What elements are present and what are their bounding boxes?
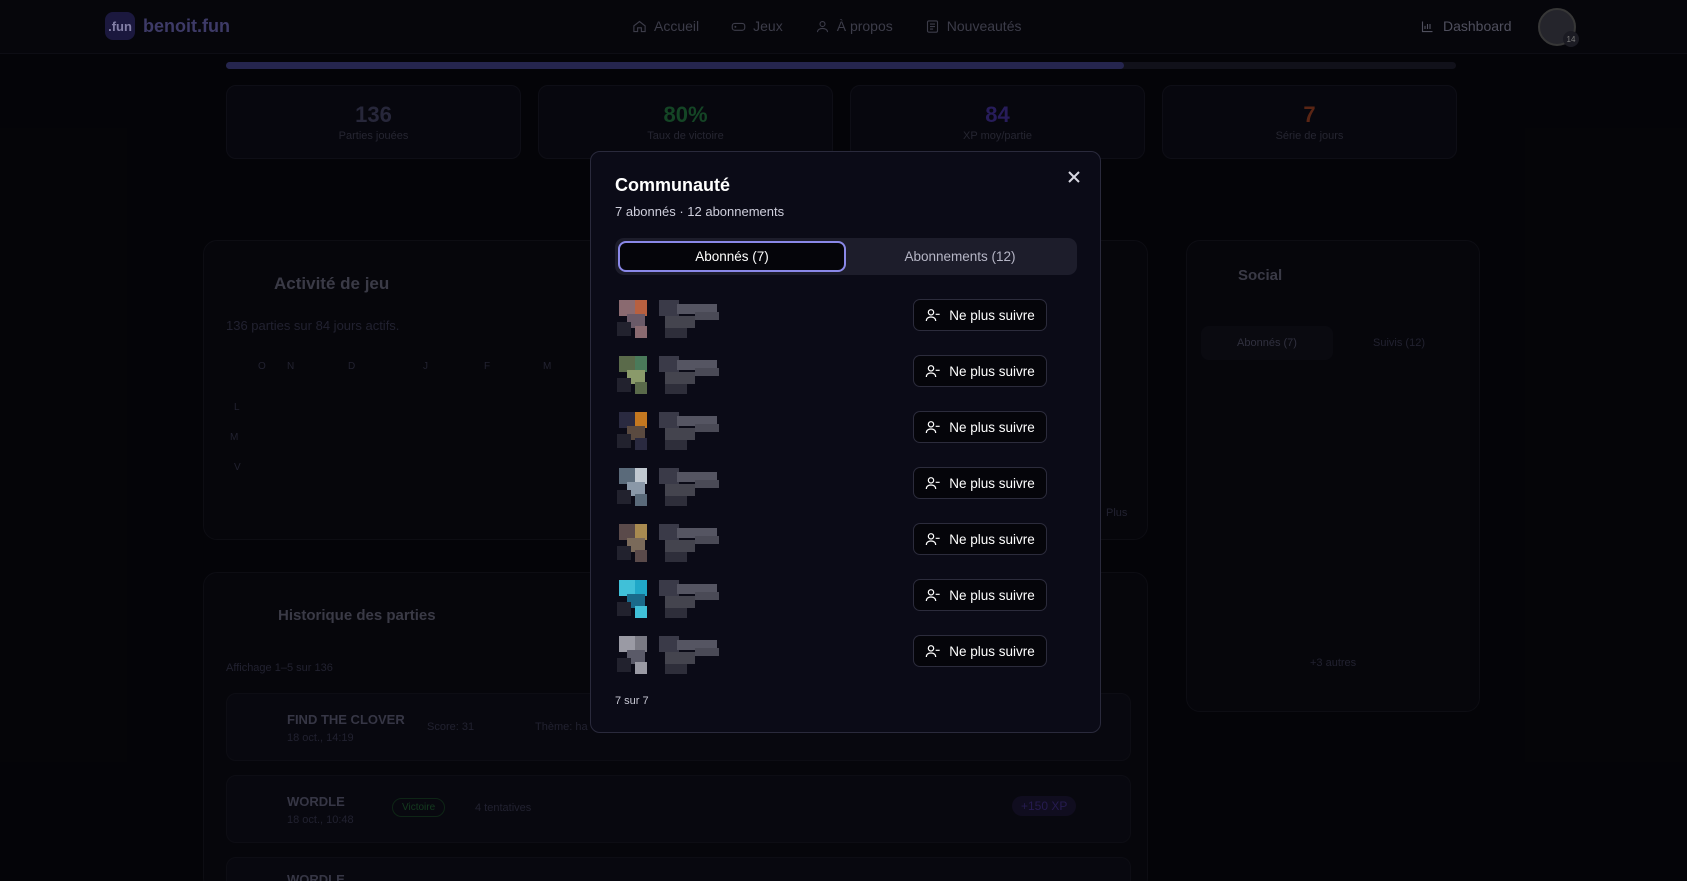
unfollow-label: Ne plus suivre bbox=[949, 531, 1035, 547]
close-icon bbox=[1068, 171, 1080, 183]
modal-title: Communauté bbox=[615, 175, 731, 195]
follower-avatar-and-name-blurred[interactable] bbox=[609, 294, 769, 342]
user-minus-icon bbox=[925, 309, 940, 322]
unfollow-label: Ne plus suivre bbox=[949, 475, 1035, 491]
unfollow-button[interactable]: Ne plus suivre bbox=[913, 355, 1047, 387]
follower-row: Ne plus suivre bbox=[609, 348, 1079, 404]
community-modal: Communauté 7 abonnés · 12 abonnements Ab… bbox=[590, 151, 1101, 733]
follower-avatar-and-name-blurred[interactable] bbox=[609, 574, 769, 622]
unfollow-label: Ne plus suivre bbox=[949, 643, 1035, 659]
unfollow-button[interactable]: Ne plus suivre bbox=[913, 411, 1047, 443]
unfollow-label: Ne plus suivre bbox=[949, 307, 1035, 323]
user-minus-icon bbox=[925, 533, 940, 546]
follower-row: Ne plus suivre bbox=[609, 404, 1079, 460]
user-minus-icon bbox=[925, 645, 940, 658]
follower-avatar-and-name-blurred[interactable] bbox=[609, 406, 769, 454]
follower-row: Ne plus suivre bbox=[609, 516, 1079, 572]
follower-row: Ne plus suivre bbox=[609, 628, 1079, 684]
close-button[interactable] bbox=[1062, 165, 1086, 189]
unfollow-button[interactable]: Ne plus suivre bbox=[913, 467, 1047, 499]
unfollow-button[interactable]: Ne plus suivre bbox=[913, 579, 1047, 611]
user-minus-icon bbox=[925, 365, 940, 378]
unfollow-label: Ne plus suivre bbox=[949, 587, 1035, 603]
unfollow-button[interactable]: Ne plus suivre bbox=[913, 523, 1047, 555]
follower-row: Ne plus suivre bbox=[609, 572, 1079, 628]
follower-row: Ne plus suivre bbox=[609, 460, 1079, 516]
modal-subtitle: 7 abonnés · 12 abonnements bbox=[615, 204, 785, 219]
tab-following[interactable]: Abonnements (12) bbox=[846, 241, 1074, 272]
user-minus-icon bbox=[925, 589, 940, 602]
follower-list: Ne plus suivre Ne plus suivre Ne plus suiv… bbox=[609, 292, 1079, 684]
follower-avatar-and-name-blurred[interactable] bbox=[609, 350, 769, 398]
unfollow-label: Ne plus suivre bbox=[949, 419, 1035, 435]
follower-row: Ne plus suivre bbox=[609, 292, 1079, 348]
follower-avatar-and-name-blurred[interactable] bbox=[609, 630, 769, 678]
unfollow-button[interactable]: Ne plus suivre bbox=[913, 299, 1047, 331]
unfollow-label: Ne plus suivre bbox=[949, 363, 1035, 379]
list-count: 7 sur 7 bbox=[615, 695, 649, 707]
follower-avatar-and-name-blurred[interactable] bbox=[609, 518, 769, 566]
follower-avatar-and-name-blurred[interactable] bbox=[609, 462, 769, 510]
user-minus-icon bbox=[925, 421, 940, 434]
modal-tabs: Abonnés (7) Abonnements (12) bbox=[615, 238, 1077, 275]
unfollow-button[interactable]: Ne plus suivre bbox=[913, 635, 1047, 667]
tab-followers[interactable]: Abonnés (7) bbox=[618, 241, 846, 272]
user-minus-icon bbox=[925, 477, 940, 490]
